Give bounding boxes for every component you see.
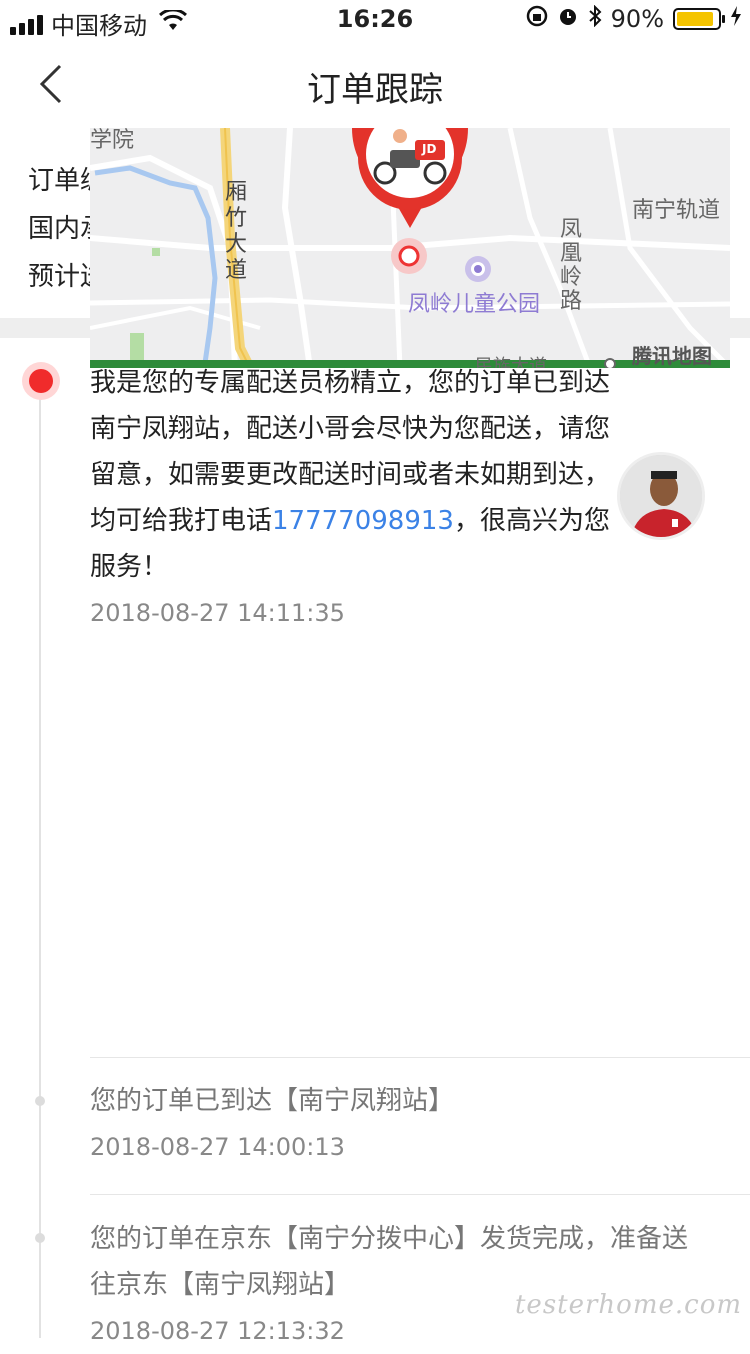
map-label-road: 厢竹大道 — [225, 180, 247, 284]
delivery-map[interactable]: 学院 厢竹大道 南宁轨道 凤凰岭路 凤岭儿童公园 民族大道 腾讯地图 JD — [90, 128, 730, 368]
alarm-icon — [557, 5, 579, 33]
battery-percent: 90% — [611, 5, 664, 33]
courier-avatar[interactable] — [617, 452, 705, 540]
timeline-separator — [90, 1194, 750, 1195]
timeline-dot — [35, 1233, 45, 1243]
entry-timestamp: 2018-08-27 14:00:13 — [90, 1124, 710, 1170]
courier-location-pin-icon — [352, 128, 468, 233]
page-title: 订单跟踪 — [0, 62, 750, 111]
rotation-lock-icon — [526, 5, 548, 33]
bluetooth-icon — [588, 5, 602, 33]
person-icon — [620, 455, 705, 540]
status-right: 90% — [526, 5, 742, 33]
map-label-area: 学院 — [90, 128, 134, 154]
map-label-road2: 凤凰岭路 — [560, 218, 582, 314]
timeline-entry: 您的订单已到达【南宁凤翔站】 2018-08-27 14:00:13 — [90, 1078, 710, 1170]
timeline-line — [39, 378, 41, 1338]
destination-marker-icon — [391, 238, 427, 274]
latest-timestamp: 2018-08-27 14:11:35 — [90, 590, 610, 636]
map-provider-logo: 腾讯地图 — [632, 340, 712, 368]
timeline-separator — [90, 1057, 750, 1058]
nav-bar: 订单跟踪 — [0, 40, 750, 128]
map-label-park: 凤岭儿童公园 — [408, 286, 540, 318]
timeline-current-dot — [22, 362, 60, 400]
courier-phone-link[interactable]: 17777098913 — [272, 506, 454, 536]
status-bar: 中国移动 16:26 90% — [0, 0, 750, 40]
timeline-entry: 您的订单在京东【南宁分拨中心】发货完成，准备送往京东【南宁凤翔站】 2018-0… — [90, 1216, 710, 1354]
map-label-metro: 南宁轨道 — [632, 192, 720, 224]
timeline-dot — [35, 1096, 45, 1106]
charging-icon — [730, 5, 742, 33]
battery-icon — [673, 8, 721, 30]
entry-message: 您的订单已到达【南宁凤翔站】 — [90, 1078, 710, 1124]
timeline-latest-entry: 我是您的专属配送员杨精立，您的订单已到达南宁凤翔站，配送小哥会尽快为您配送，请您… — [90, 360, 610, 636]
watermark: testerhome.com — [515, 1290, 742, 1320]
